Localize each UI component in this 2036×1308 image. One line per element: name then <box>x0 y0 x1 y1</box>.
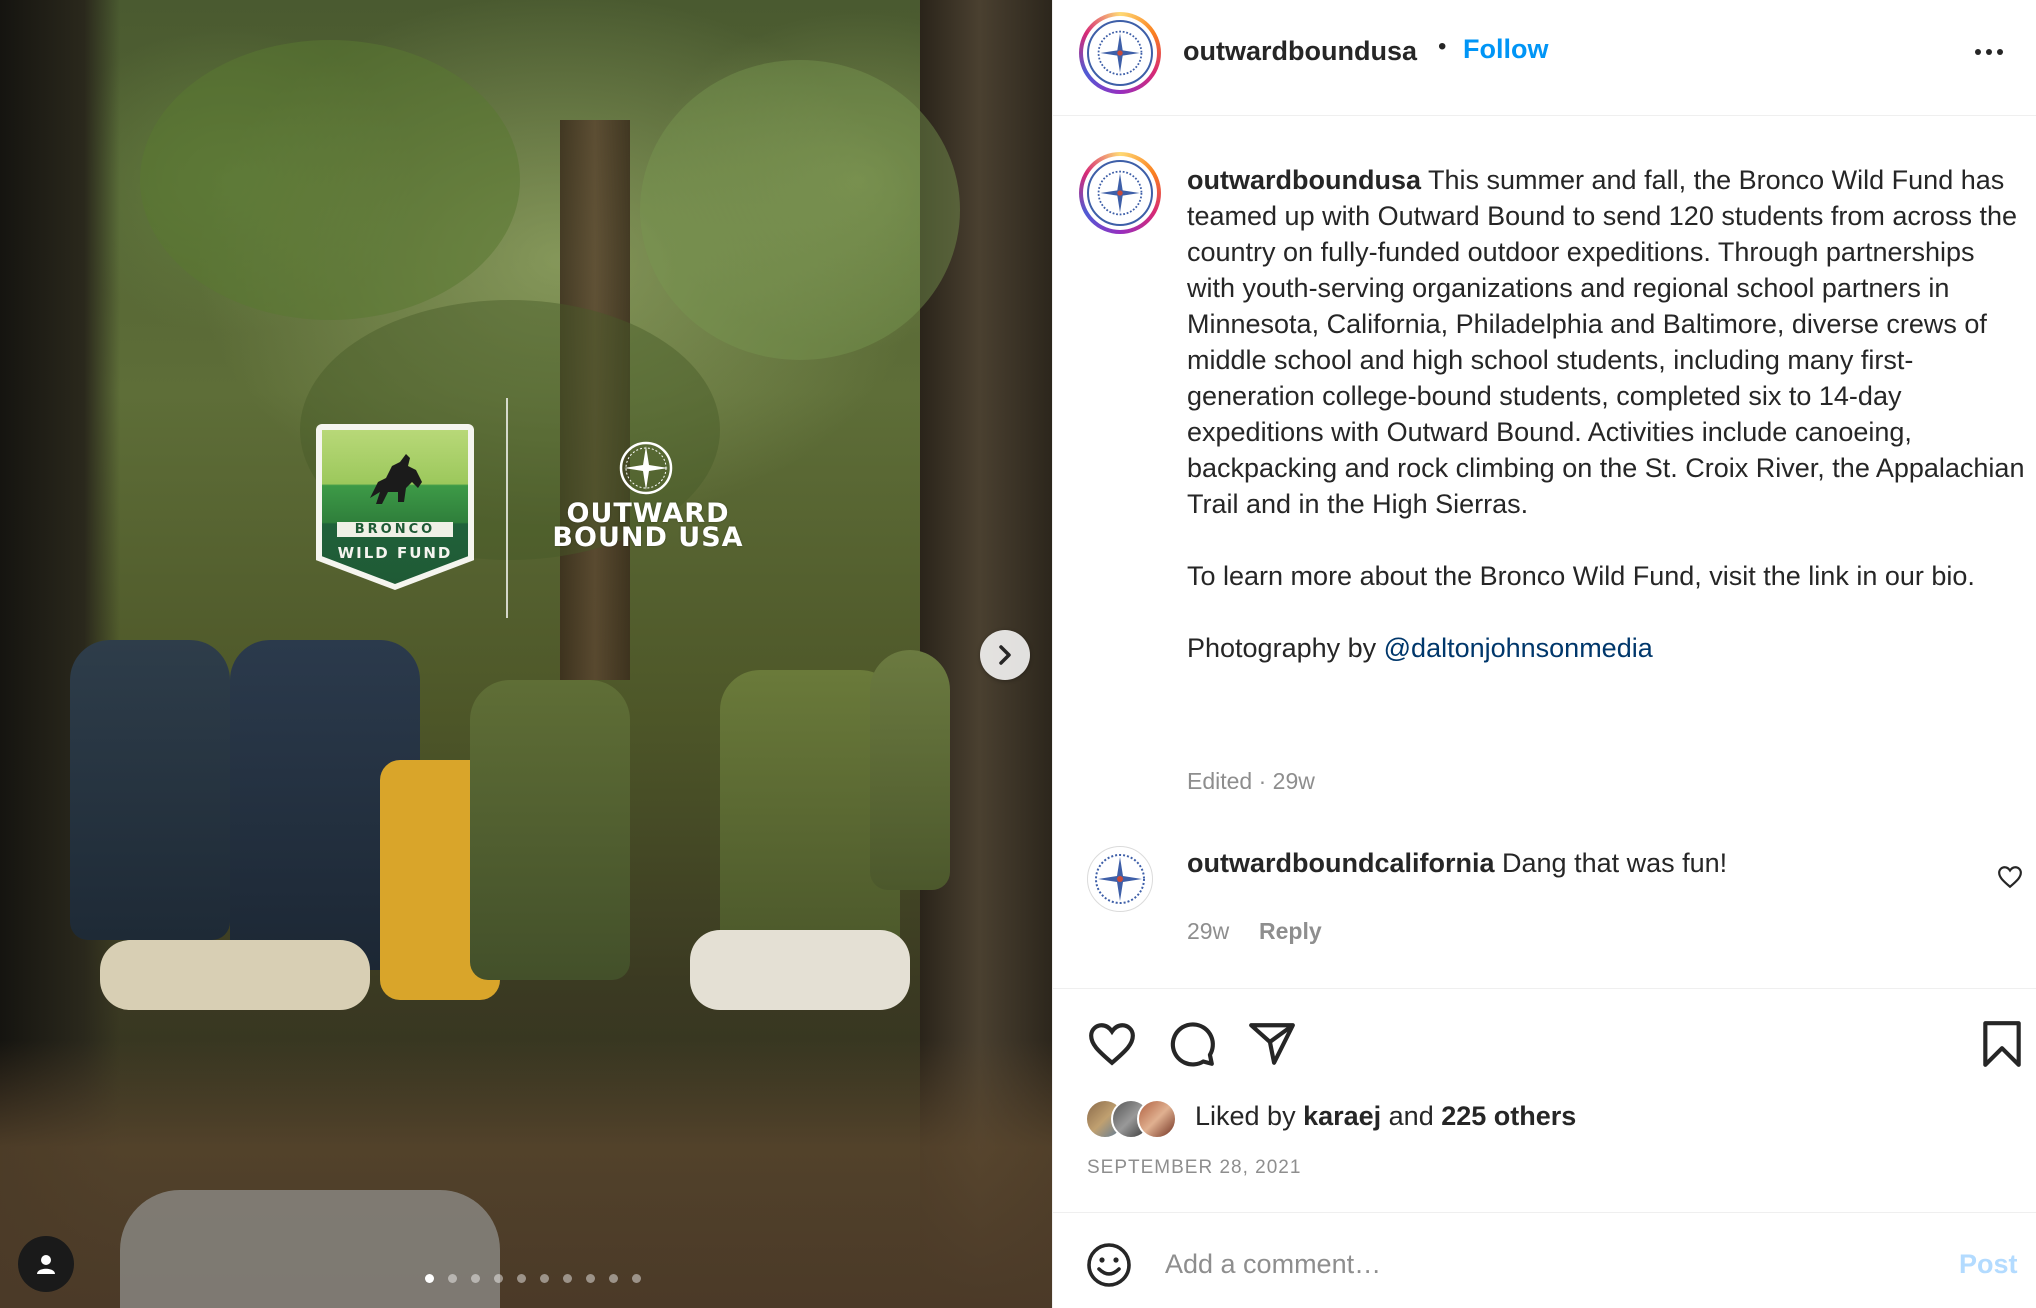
carousel-dot <box>517 1274 526 1283</box>
comment-input[interactable] <box>1165 1239 1865 1289</box>
caption-paragraph: outwardboundusa This summer and fall, th… <box>1187 162 2027 522</box>
caption-paragraph: To learn more about the Bronco Wild Fund… <box>1187 561 1975 591</box>
avatar <box>1137 1099 1177 1139</box>
hiker-backpack <box>70 640 230 940</box>
bronco-word: BRONCO <box>337 522 453 537</box>
compass-rose-icon <box>619 441 673 495</box>
comment-body: outwardboundcalifornia Dang that was fun… <box>1187 848 1727 879</box>
caption-avatar[interactable] <box>1079 152 1161 234</box>
post-caption: outwardboundusa This summer and fall, th… <box>1187 162 2027 702</box>
reply-button[interactable]: Reply <box>1259 918 1322 945</box>
hiker-backpack <box>470 680 630 980</box>
post-actions: Liked by karaej and 225 others SEPTEMBER… <box>1053 988 2036 1212</box>
post-date[interactable]: SEPTEMBER 28, 2021 <box>1087 1157 1301 1179</box>
carousel-dot <box>448 1274 457 1283</box>
bound-usa-word: BOUND USA <box>552 522 744 553</box>
caption-username[interactable]: outwardboundusa <box>1187 165 1421 195</box>
paper-plane-icon[interactable] <box>1247 1019 1297 1069</box>
carousel-dot <box>494 1274 503 1283</box>
post-media-image[interactable]: BRONCO WILD FUND OUTWARD BOUND USA <box>0 0 1052 1308</box>
carousel-indicator <box>425 1274 641 1283</box>
carousel-dot <box>540 1274 549 1283</box>
post-comment-button[interactable]: Post <box>1959 1249 2018 1280</box>
sleeping-pad <box>690 930 910 1010</box>
compass-logo-icon <box>1097 30 1143 76</box>
carousel-dot <box>425 1274 434 1283</box>
foliage <box>140 40 520 320</box>
likes-count[interactable]: 225 others <box>1441 1101 1576 1131</box>
comment-like-heart-icon[interactable] <box>1997 864 2023 890</box>
person-icon <box>37 1255 55 1274</box>
header-separator: • <box>1438 33 1447 60</box>
liked-by-and: and <box>1381 1101 1442 1131</box>
caption-body: This summer and fall, the Bronco Wild Fu… <box>1187 165 2025 519</box>
sleeping-pad <box>100 940 370 1010</box>
carousel-dot <box>586 1274 595 1283</box>
carousel-dot <box>471 1274 480 1283</box>
foliage <box>640 60 960 360</box>
comment-timestamp[interactable]: 29w <box>1187 918 1229 945</box>
comment-text: Dang that was fun! <box>1502 848 1728 878</box>
bookmark-icon[interactable] <box>1977 1019 2027 1069</box>
compass-logo-icon <box>1095 854 1145 904</box>
compass-logo-icon <box>1097 170 1143 216</box>
liked-by-user[interactable]: karaej <box>1303 1101 1381 1131</box>
comment-bubble-icon[interactable] <box>1167 1019 1217 1069</box>
liked-by-prefix: Liked by <box>1195 1101 1304 1131</box>
photo-credit-label: Photography by <box>1187 633 1384 663</box>
chevron-right-icon <box>999 645 1011 665</box>
header-username[interactable]: outwardboundusa <box>1183 36 1417 67</box>
liked-by-text: Liked by karaej and 225 others <box>1195 1101 1576 1132</box>
more-dots-icon <box>1986 49 1992 55</box>
post-header: outwardboundusa • Follow <box>1053 0 2036 116</box>
hiker-backpack <box>870 650 950 890</box>
bronco-wild-fund-logo: BRONCO WILD FUND <box>316 424 474 590</box>
add-comment-bar: Post <box>1053 1212 2036 1308</box>
post-details-panel: outwardboundusa • Follow outwardboundusa… <box>1052 0 2036 1308</box>
comment-username[interactable]: outwardboundcalifornia <box>1187 848 1495 878</box>
caption-paragraph: Photography by @daltonjohnsonmedia <box>1187 630 2027 666</box>
liked-by-avatars[interactable] <box>1085 1099 1181 1141</box>
more-dots-icon <box>1975 49 1981 55</box>
tagged-users-button[interactable] <box>18 1236 74 1292</box>
avatar[interactable] <box>1079 12 1161 94</box>
logo-lockup: BRONCO WILD FUND OUTWARD BOUND USA <box>316 398 766 618</box>
wild-fund-word: WILD FUND <box>337 544 453 562</box>
comment-avatar[interactable] <box>1087 846 1153 912</box>
edited-timestamp[interactable]: Edited · 29w <box>1187 768 1315 795</box>
carousel-dot <box>632 1274 641 1283</box>
bronco-horse-icon <box>370 454 422 504</box>
next-slide-button[interactable] <box>980 630 1030 680</box>
foreground-rock <box>120 1190 500 1308</box>
heart-icon[interactable] <box>1087 1019 1137 1069</box>
smiley-icon[interactable] <box>1085 1241 1133 1289</box>
mention-link[interactable]: @daltonjohnsonmedia <box>1384 633 1653 663</box>
more-options-button[interactable] <box>1975 40 2015 64</box>
carousel-dot <box>609 1274 618 1283</box>
logo-divider <box>506 398 508 618</box>
follow-button[interactable]: Follow <box>1463 34 1548 65</box>
carousel-dot <box>563 1274 572 1283</box>
more-dots-icon <box>1997 49 2003 55</box>
